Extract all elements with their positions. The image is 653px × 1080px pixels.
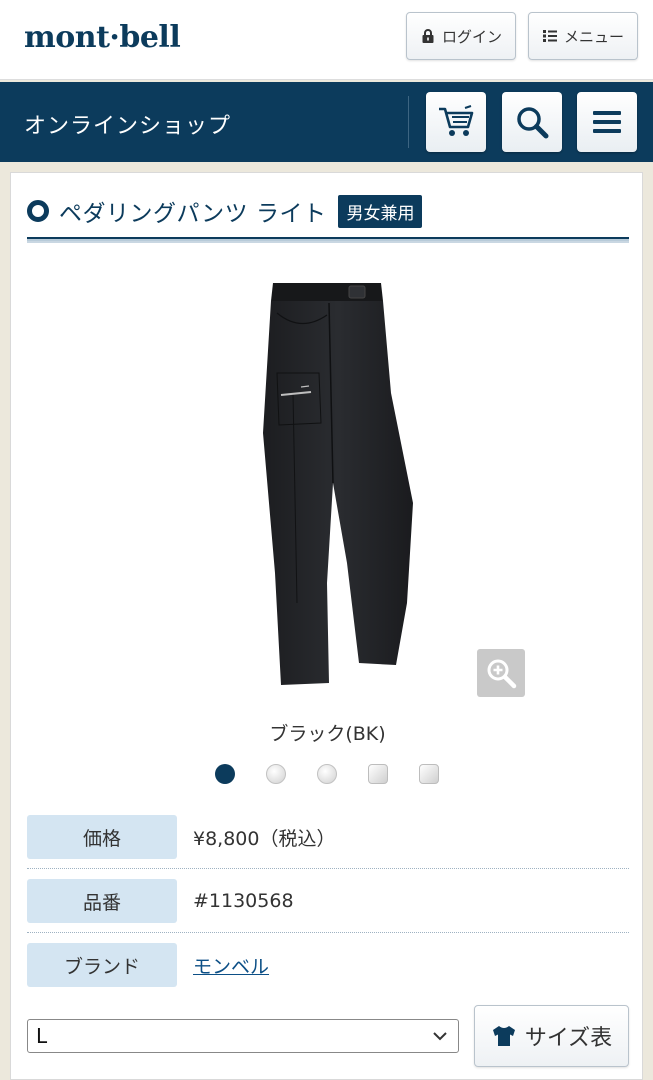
chevron-down-icon [433,1032,447,1041]
price-value: ¥8,800（税込） [193,827,336,850]
size-select[interactable]: L [27,1019,459,1053]
size-chart-button[interactable]: サイズ表 [474,1005,629,1067]
search-button[interactable] [502,92,562,152]
product-heading: ペダリングパンツ ライト 男女兼用 [27,191,423,231]
heading-divider [27,237,629,243]
spec-row-brand: ブランド モンベル [27,943,629,987]
tshirt-icon [492,1026,515,1046]
montbell-logo[interactable]: mont·bell [24,20,181,55]
swatch-3[interactable] [317,764,337,784]
brand-label: ブランド [27,943,177,987]
swatch-5[interactable] [419,764,439,784]
color-swatches [215,763,439,785]
code-label: 品番 [27,879,177,923]
lock-icon [422,29,434,43]
unisex-badge: 男女兼用 [338,194,423,228]
spec-row-code: 品番 #1130568 [27,879,629,933]
product-title: ペダリングパンツ ライト [59,201,327,227]
spec-row-price: 価格 ¥8,800（税込） [27,815,629,869]
color-name: ブラック(BK) [269,723,386,745]
swatch-4[interactable] [368,764,388,784]
cart-icon [439,105,474,136]
zoom-in-icon [487,659,517,689]
swatch-2[interactable] [266,764,286,784]
search-icon [517,107,549,139]
hamburger-icon [593,111,621,133]
hamburger-menu-button[interactable] [577,92,637,152]
product-image[interactable] [231,273,431,693]
brand-link[interactable]: モンベル [193,952,269,979]
login-button[interactable]: ログイン [406,12,516,60]
size-selected-value: L [36,1024,48,1048]
online-shop-bar: オンラインショップ [0,82,653,162]
code-value: #1130568 [193,890,294,912]
price-label: 価格 [27,815,177,859]
swatch-1[interactable] [215,764,235,784]
top-header: mont·bell ログイン メニュー [0,0,653,80]
zoom-button[interactable] [477,649,525,697]
size-chart-label: サイズ表 [524,1026,613,1051]
product-card: ペダリングパンツ ライト 男女兼用 ブラック(BK) 価格 ¥8,800（税込）… [10,172,643,1080]
list-icon [542,30,557,42]
login-label: ログイン [441,27,502,46]
menu-label: メニュー [563,27,624,46]
cart-button[interactable] [426,92,486,152]
shop-title[interactable]: オンラインショップ [24,108,231,140]
circle-bullet-icon [27,200,49,222]
menu-button[interactable]: メニュー [528,12,638,60]
shopbar-divider [408,96,409,148]
